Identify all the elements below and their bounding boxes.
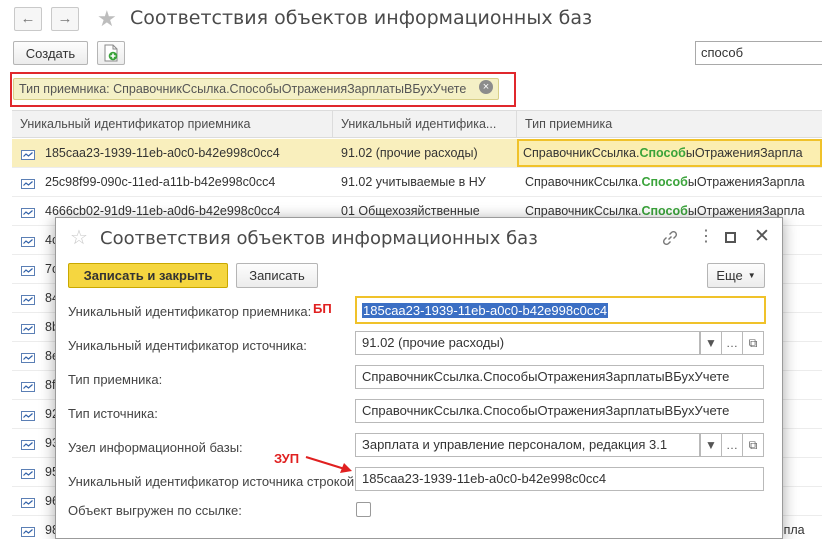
by-ref-checkbox[interactable] — [356, 502, 371, 517]
catalog-item-icon — [21, 235, 35, 247]
cell-receiver-id: 25c98f99-090c-11ed-a11b-b42e998c0cc4 — [45, 175, 276, 189]
back-button[interactable]: ← — [14, 7, 42, 31]
node-open-button[interactable]: ⧉ — [742, 433, 764, 457]
link-icon[interactable] — [662, 230, 678, 246]
cell-receiver-type-match-text: Способ — [641, 175, 688, 189]
table-row[interactable]: 185caa23-1939-11eb-a0c0-b42e998c0cc4 91.0… — [12, 139, 822, 168]
zup-annotation: ЗУП — [274, 451, 300, 466]
cell-receiver-type-suffix-text: ыОтраженияЗарпла — [685, 146, 803, 160]
cell-source-id: 91.02 учитываемые в НУ — [341, 175, 486, 189]
catalog-item-icon — [21, 380, 35, 392]
source-id-label: Уникальный идентификатор источника: — [68, 338, 307, 353]
column-header-receiver-id[interactable]: Уникальный идентификатор приемника — [12, 111, 333, 137]
close-icon[interactable]: ✕ — [754, 227, 770, 246]
source-type-field[interactable]: СправочникСсылка.СпособыОтраженияЗарплат… — [355, 399, 764, 423]
dialog-title: Соответствия объектов информационных баз — [100, 228, 538, 249]
cell-receiver-type: СправочникСсылка.СпособыОтраженияЗарпла — [519, 168, 822, 196]
table-row[interactable]: 25c98f99-090c-11ed-a11b-b42e998c0cc4 91.0… — [12, 168, 822, 197]
node-field[interactable]: Зарплата и управление персоналом, редакц… — [355, 433, 700, 457]
catalog-item-icon — [21, 409, 35, 421]
catalog-item-icon — [21, 496, 35, 508]
catalog-item-icon — [21, 206, 35, 218]
filter-tag-label: Тип приемника: СправочникСсылка.СпособыО… — [19, 82, 467, 96]
node-select-button[interactable]: … — [721, 433, 743, 457]
cell-receiver-id: 185caa23-1939-11eb-a0c0-b42e998c0cc4 — [45, 146, 280, 160]
receiver-id-field[interactable]: 185caa23-1939-11eb-a0c0-b42e998c0cc4 — [355, 296, 766, 324]
cell-receiver-type-suffix-text: ыОтраженияЗарпла — [687, 204, 805, 218]
receiver-id-label: Уникальный идентификатор приемника: — [68, 304, 312, 319]
catalog-item-icon — [21, 264, 35, 276]
arrow-left-icon: ← — [20, 10, 36, 27]
save-and-close-button[interactable]: Записать и закрыть — [68, 263, 228, 288]
source-id-field[interactable]: 91.02 (прочие расходы) — [355, 331, 700, 355]
filter-tag[interactable]: Тип приемника: СправочникСсылка.СпособыО… — [13, 78, 499, 100]
dialog-star-icon[interactable]: ☆ — [70, 228, 88, 248]
create-button-label: Создать — [25, 45, 76, 61]
document-add-icon — [104, 44, 118, 62]
save-button-label: Записать — [249, 268, 305, 283]
more-menu-button[interactable]: Еще ▼ — [707, 263, 765, 288]
catalog-item-icon — [21, 351, 35, 363]
add-copy-button[interactable] — [97, 41, 125, 65]
receiver-id-value: 185caa23-1939-11eb-a0c0-b42e998c0cc4 — [362, 303, 609, 318]
source-id-string-label: Уникальный идентификатор источника строк… — [68, 474, 358, 489]
window-title: Соответствия объектов информационных баз — [130, 7, 593, 29]
dialog: ☆ Соответствия объектов информационных б… — [55, 217, 783, 539]
cell-source-id: 91.02 (прочие расходы) — [341, 146, 478, 160]
receiver-type-label: Тип приемника: — [68, 372, 163, 387]
source-id-select-button[interactable]: … — [721, 331, 743, 355]
catalog-item-icon — [21, 322, 35, 334]
cell-receiver-type-suffix-text: ыОтраженияЗарпла — [687, 175, 805, 189]
cell-receiver-type-prefix-text: СправочникСсылка. — [523, 146, 640, 160]
save-and-close-label: Записать и закрыть — [83, 268, 213, 283]
table-header: Уникальный идентификатор приемника Уника… — [12, 110, 822, 138]
save-button[interactable]: Записать — [236, 263, 318, 288]
filter-clear-icon[interactable]: × — [479, 80, 493, 94]
source-id-dropdown-button[interactable]: ▼ — [700, 331, 722, 355]
create-button[interactable]: Создать — [13, 41, 88, 65]
source-type-label: Тип источника: — [68, 406, 158, 421]
favorite-star-icon[interactable]: ★ — [97, 8, 117, 30]
more-vertical-icon[interactable]: ⋮ — [698, 229, 714, 245]
maximize-icon[interactable] — [725, 232, 736, 243]
forward-button[interactable]: → — [51, 7, 79, 31]
more-menu-label: Еще — [716, 268, 743, 283]
catalog-item-icon — [21, 177, 35, 189]
search-input[interactable]: способ — [695, 41, 822, 65]
node-label: Узел информационной базы: — [68, 440, 243, 455]
source-id-string-field[interactable]: 185caa23-1939-11eb-a0c0-b42e998c0cc4 — [355, 467, 764, 491]
arrow-right-icon: → — [57, 10, 73, 27]
cell-receiver-type-prefix-text: СправочникСсылка. — [525, 204, 642, 218]
cell-receiver-type-match-text: Способ — [641, 204, 688, 218]
catalog-item-icon — [21, 467, 35, 479]
source-id-open-button[interactable]: ⧉ — [742, 331, 764, 355]
catalog-item-icon — [21, 525, 35, 537]
by-ref-label: Объект выгружен по ссылке: — [68, 503, 242, 518]
cell-receiver-type-prefix-text: СправочникСсылка. — [525, 175, 642, 189]
catalog-item-icon — [21, 293, 35, 305]
catalog-item-icon — [21, 148, 35, 160]
column-header-receiver-type[interactable]: Тип приемника — [517, 111, 822, 137]
red-arrow-icon — [305, 455, 352, 473]
cell-receiver-type: СправочникСсылка.СпособыОтраженияЗарпла — [517, 139, 822, 167]
chevron-down-icon: ▼ — [747, 271, 756, 280]
cell-receiver-type-match-text: Способ — [639, 146, 686, 160]
node-dropdown-button[interactable]: ▼ — [700, 433, 722, 457]
catalog-item-icon — [21, 438, 35, 450]
receiver-type-field[interactable]: СправочникСсылка.СпособыОтраженияЗарплат… — [355, 365, 764, 389]
column-header-source-id[interactable]: Уникальный идентифика... — [333, 111, 517, 137]
bp-annotation: БП — [313, 301, 332, 316]
